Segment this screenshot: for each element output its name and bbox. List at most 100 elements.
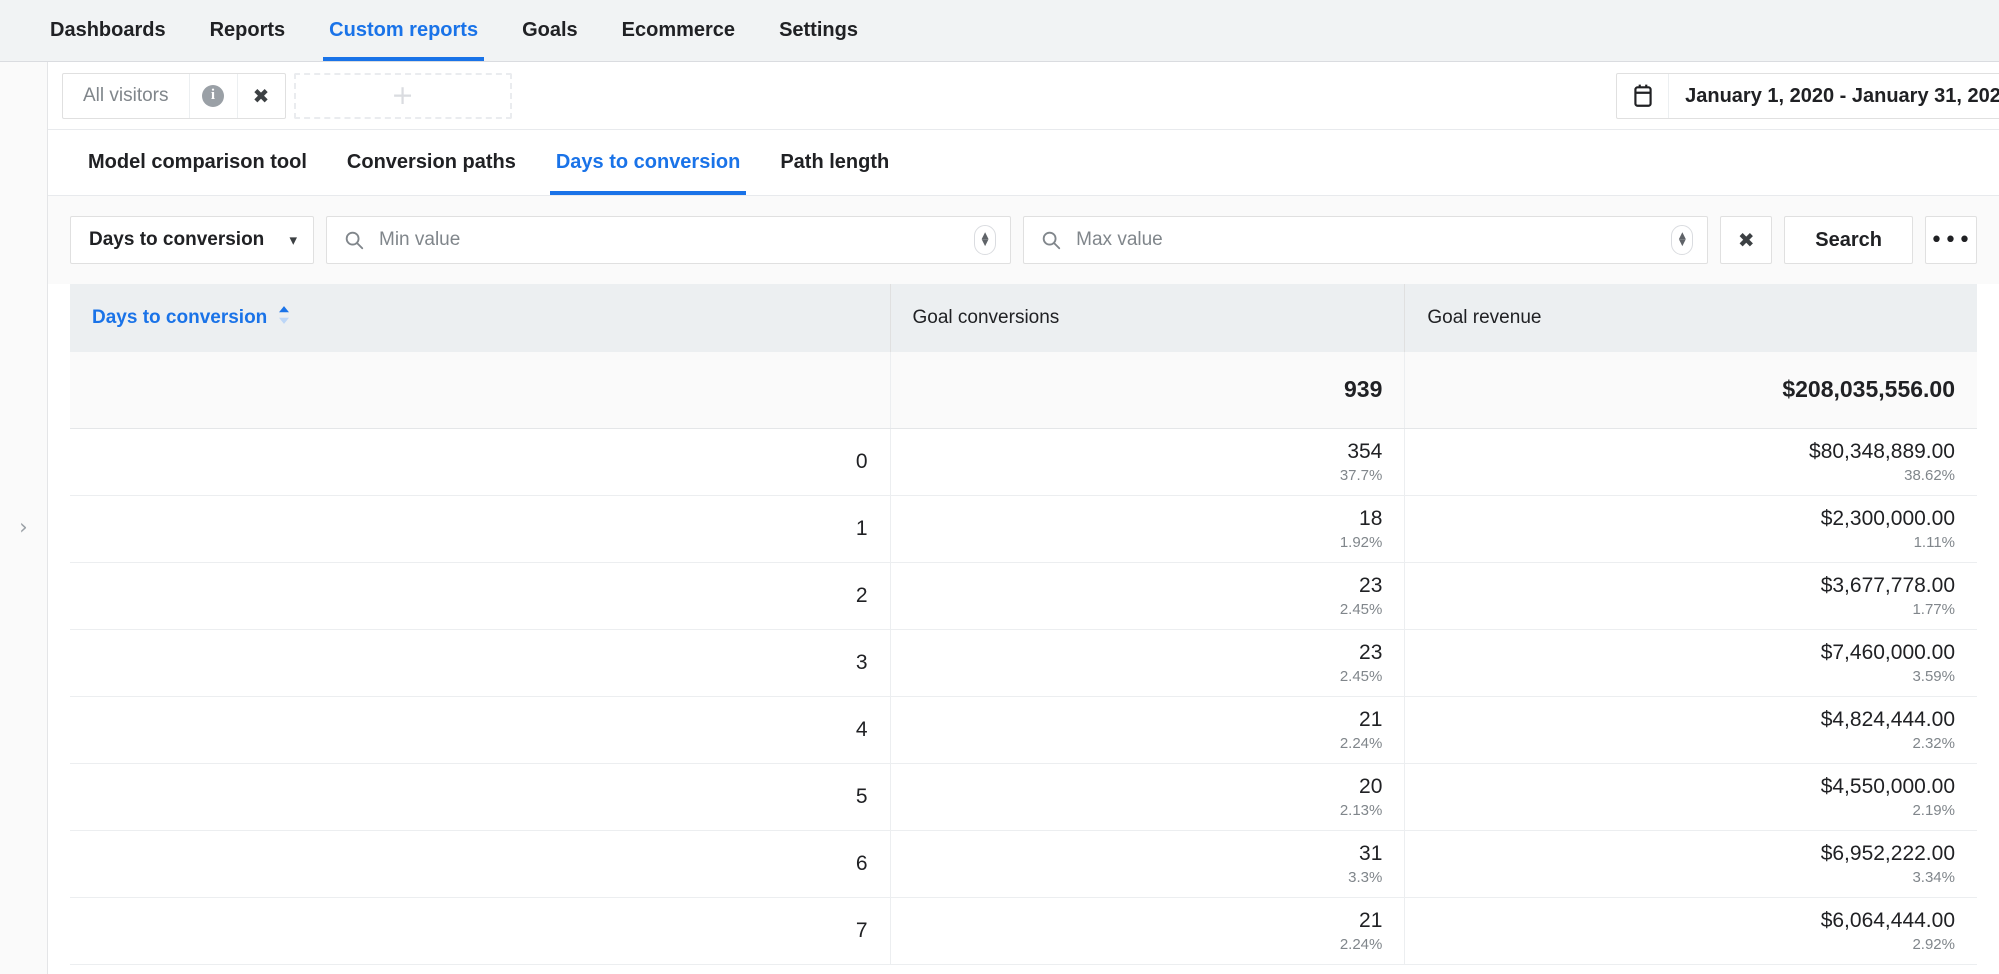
table-header-row: Days to conversion Goal convers <box>70 284 1977 352</box>
max-value-field[interactable]: ▲ ▼ <box>1023 216 1708 264</box>
table-row[interactable]: 1 18 1.92% $2,300,000.00 1.11% <box>70 495 1977 562</box>
cell-days-to-conversion: 4 <box>70 696 890 763</box>
info-icon: i <box>202 85 224 107</box>
cell-value: $4,550,000.00 <box>1821 775 1955 798</box>
table-row[interactable]: 7 21 2.24% $6,064,444.00 2.92% <box>70 897 1977 964</box>
cell-value: $6,064,444.00 <box>1821 909 1955 932</box>
more-icon: ••• <box>1930 235 1972 246</box>
cell-percent: 2.13% <box>913 802 1383 819</box>
close-icon: ✖ <box>1738 228 1755 252</box>
cell-percent: 37.7% <box>913 467 1383 484</box>
filter-toolbar: Days to conversion ▾ ▲ ▼ <box>48 196 1999 284</box>
cell-value: 21 <box>1359 708 1382 731</box>
add-segment-button[interactable]: + <box>294 73 512 119</box>
chevron-right-icon[interactable]: › <box>0 517 47 538</box>
min-value-stepper[interactable]: ▲ ▼ <box>974 225 996 255</box>
tab-days-to-conversion[interactable]: Days to conversion <box>536 130 761 195</box>
cell-percent: 1.92% <box>913 534 1383 551</box>
column-header-label: Goal conversions <box>913 307 1060 328</box>
more-options-button[interactable]: ••• <box>1925 216 1977 264</box>
cell-goal-conversions: 23 2.45% <box>890 562 1405 629</box>
cell-percent: 2.24% <box>913 735 1383 752</box>
cell-days-to-conversion: 6 <box>70 830 890 897</box>
cell-goal-revenue: $4,550,000.00 2.19% <box>1405 763 1977 830</box>
table-row[interactable]: 2 23 2.45% $3,677,778.00 1.77% <box>70 562 1977 629</box>
search-icon <box>1040 229 1062 251</box>
table-row[interactable]: 6 31 3.3% $6,952,222.00 3.34% <box>70 830 1977 897</box>
cell-value: 31 <box>1359 842 1382 865</box>
table-row[interactable]: 5 20 2.13% $4,550,000.00 2.19% <box>70 763 1977 830</box>
dimension-select-label: Days to conversion <box>89 229 264 251</box>
nav-item-dashboards[interactable]: Dashboards <box>28 0 188 61</box>
tab-label: Days to conversion <box>556 151 741 174</box>
report-table-container: Days to conversion Goal convers <box>48 284 1999 974</box>
search-icon <box>343 229 365 251</box>
table-row[interactable]: 4 21 2.24% $4,824,444.00 2.32% <box>70 696 1977 763</box>
segment-label[interactable]: All visitors <box>63 74 189 118</box>
cell-goal-revenue: $4,824,444.00 2.32% <box>1405 696 1977 763</box>
cell-goal-conversions: 23 2.45% <box>890 629 1405 696</box>
cell-percent: 2.19% <box>1427 802 1955 819</box>
cell-percent: 2.92% <box>1427 936 1955 953</box>
cell-days-to-conversion: 0 <box>70 428 890 495</box>
tab-path-length[interactable]: Path length <box>760 130 909 195</box>
tab-label: Path length <box>780 151 889 174</box>
stepper-down-icon: ▼ <box>1679 240 1686 247</box>
tab-model-comparison-tool[interactable]: Model comparison tool <box>68 130 327 195</box>
column-header-label: Days to conversion <box>92 307 267 329</box>
cell-value: 23 <box>1359 574 1382 597</box>
cell-value: 21 <box>1359 909 1382 932</box>
max-value-stepper[interactable]: ▲ ▼ <box>1671 225 1693 255</box>
totals-conversions-cell: 939 <box>890 352 1405 428</box>
chevron-down-icon: ▾ <box>289 231 297 249</box>
nav-item-goals[interactable]: Goals <box>500 0 600 61</box>
nav-item-reports[interactable]: Reports <box>188 0 308 61</box>
cell-value: 18 <box>1359 507 1382 530</box>
table-row[interactable]: 0 354 37.7% $80,348,889.00 38.62% <box>70 428 1977 495</box>
table-row[interactable]: 3 23 2.45% $7,460,000.00 3.59% <box>70 629 1977 696</box>
cell-goal-revenue: $7,460,000.00 3.59% <box>1405 629 1977 696</box>
min-value-input[interactable] <box>379 229 974 251</box>
date-range-label[interactable]: January 1, 2020 - January 31, 2020 <box>1669 74 1999 118</box>
cell-value: $3,677,778.00 <box>1821 574 1955 597</box>
segment-bar: All visitors i ✖ + January 1, 2020 - Jan… <box>48 62 1999 130</box>
segment-info-button[interactable]: i <box>189 74 237 118</box>
segment-remove-button[interactable]: ✖ <box>237 74 285 118</box>
column-header-goal-revenue[interactable]: Goal revenue <box>1405 284 1977 352</box>
cell-days-to-conversion: 7 <box>70 897 890 964</box>
min-value-field[interactable]: ▲ ▼ <box>326 216 1011 264</box>
cell-value: 20 <box>1359 775 1382 798</box>
cell-value: $80,348,889.00 <box>1809 440 1955 463</box>
cell-goal-conversions: 354 37.7% <box>890 428 1405 495</box>
max-value-input[interactable] <box>1076 229 1671 251</box>
nav-item-ecommerce[interactable]: Ecommerce <box>600 0 757 61</box>
calendar-icon[interactable] <box>1617 74 1669 118</box>
cell-goal-conversions: 31 3.3% <box>890 830 1405 897</box>
date-range-picker[interactable]: January 1, 2020 - January 31, 2020 <box>1616 73 1999 119</box>
nav-item-settings[interactable]: Settings <box>757 0 880 61</box>
column-header-goal-conversions[interactable]: Goal conversions <box>890 284 1405 352</box>
nav-label: Ecommerce <box>622 19 735 42</box>
report-subtabs: Model comparison tool Conversion paths D… <box>48 130 1999 196</box>
segment-chip-all-visitors[interactable]: All visitors i ✖ <box>62 73 286 119</box>
cell-goal-revenue: $3,677,778.00 1.77% <box>1405 562 1977 629</box>
nav-label: Goals <box>522 19 578 42</box>
tab-conversion-paths[interactable]: Conversion paths <box>327 130 536 195</box>
table-totals-row: 939 $208,035,556.00 <box>70 352 1977 428</box>
search-button[interactable]: Search <box>1784 216 1913 264</box>
column-header-label: Goal revenue <box>1427 307 1541 328</box>
plus-icon: + <box>391 82 414 109</box>
totals-revenue-cell: $208,035,556.00 <box>1405 352 1977 428</box>
nav-item-custom-reports[interactable]: Custom reports <box>307 0 500 61</box>
cell-percent: 2.45% <box>913 668 1383 685</box>
nav-label: Reports <box>210 19 286 42</box>
stepper-down-icon: ▼ <box>982 240 989 247</box>
dimension-select[interactable]: Days to conversion ▾ <box>70 216 314 264</box>
cell-days-to-conversion: 3 <box>70 629 890 696</box>
clear-filter-button[interactable]: ✖ <box>1720 216 1772 264</box>
totals-dimension-cell <box>70 352 890 428</box>
collapsed-sidebar: › <box>0 62 48 974</box>
column-header-days-to-conversion[interactable]: Days to conversion <box>70 284 890 352</box>
table-body: 939 $208,035,556.00 0 354 37.7% $80,348,… <box>70 352 1977 964</box>
cell-percent: 1.77% <box>1427 601 1955 618</box>
